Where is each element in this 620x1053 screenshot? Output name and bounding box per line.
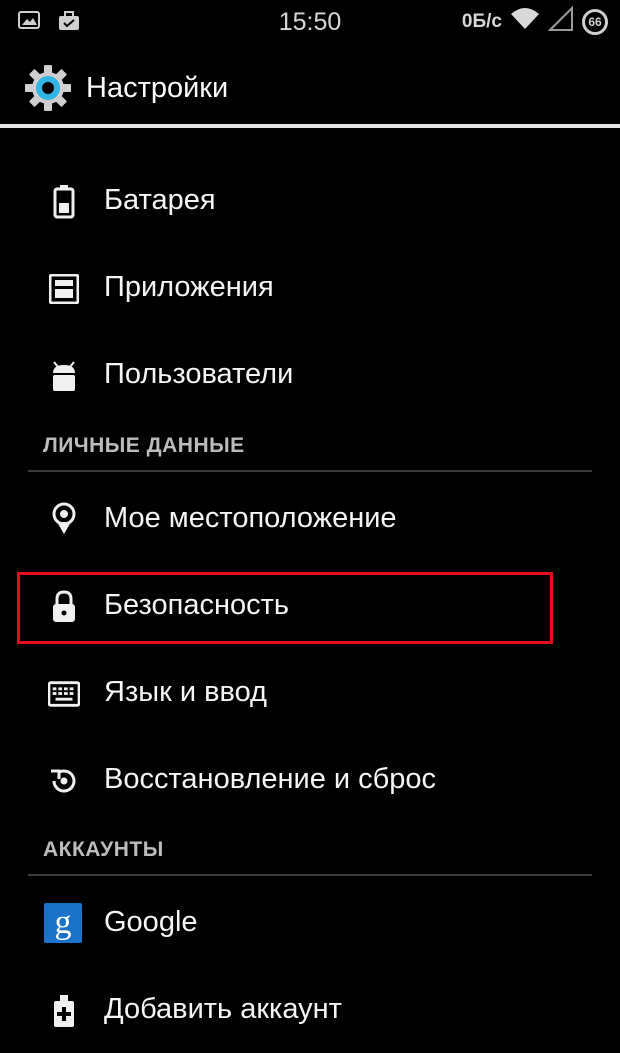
backup-reset-icon bbox=[48, 763, 80, 799]
add-account-icon bbox=[48, 993, 80, 1029]
item-label: Мое местоположение bbox=[104, 502, 397, 534]
cell-signal-icon bbox=[547, 5, 574, 37]
settings-item-apps[interactable]: Приложения bbox=[0, 247, 620, 331]
network-speed: 0Б/с bbox=[461, 10, 502, 32]
battery-icon bbox=[48, 184, 80, 220]
action-bar-divider bbox=[0, 124, 620, 128]
section-divider bbox=[28, 470, 592, 472]
section-divider bbox=[28, 874, 592, 876]
google-icon: g bbox=[43, 902, 83, 944]
item-label: Добавить аккаунт bbox=[104, 993, 342, 1025]
users-icon bbox=[48, 358, 80, 394]
section-header-accounts: АККАУНТЫ bbox=[43, 838, 164, 861]
item-label: Восстановление и сброс bbox=[104, 763, 437, 795]
item-label: Пользователи bbox=[104, 358, 294, 390]
settings-item-battery[interactable]: Батарея bbox=[0, 160, 620, 244]
settings-gear-icon[interactable] bbox=[24, 64, 72, 117]
settings-item-location[interactable]: Мое местоположение bbox=[0, 478, 620, 562]
battery-circle-icon: 66 bbox=[582, 8, 608, 35]
item-label: Google bbox=[104, 906, 198, 938]
settings-item-add-account[interactable]: Добавить аккаунт bbox=[0, 969, 620, 1053]
action-bar: Настройки bbox=[0, 50, 620, 126]
settings-item-backup-reset[interactable]: Восстановление и сброс bbox=[0, 739, 620, 823]
security-highlight-frame bbox=[17, 572, 553, 644]
location-icon bbox=[48, 502, 80, 538]
item-label: Приложения bbox=[104, 271, 274, 303]
keyboard-icon bbox=[48, 676, 80, 712]
settings-item-users[interactable]: Пользователи bbox=[0, 334, 620, 418]
section-header-personal: ЛИЧНЫЕ ДАННЫЕ bbox=[43, 434, 245, 457]
settings-item-google[interactable]: g Google bbox=[0, 882, 620, 966]
status-bar: 15:50 0Б/с 66 bbox=[0, 0, 620, 46]
settings-item-language-input[interactable]: Язык и ввод bbox=[0, 652, 620, 736]
item-label: Батарея bbox=[104, 184, 216, 216]
item-label: Язык и ввод bbox=[104, 676, 267, 708]
status-indicators: 0Б/с 66 bbox=[461, 5, 608, 37]
google-logo-glyph: g bbox=[44, 903, 82, 943]
page-title: Настройки bbox=[86, 72, 229, 104]
wifi-icon bbox=[510, 7, 540, 36]
apps-icon bbox=[48, 271, 80, 307]
